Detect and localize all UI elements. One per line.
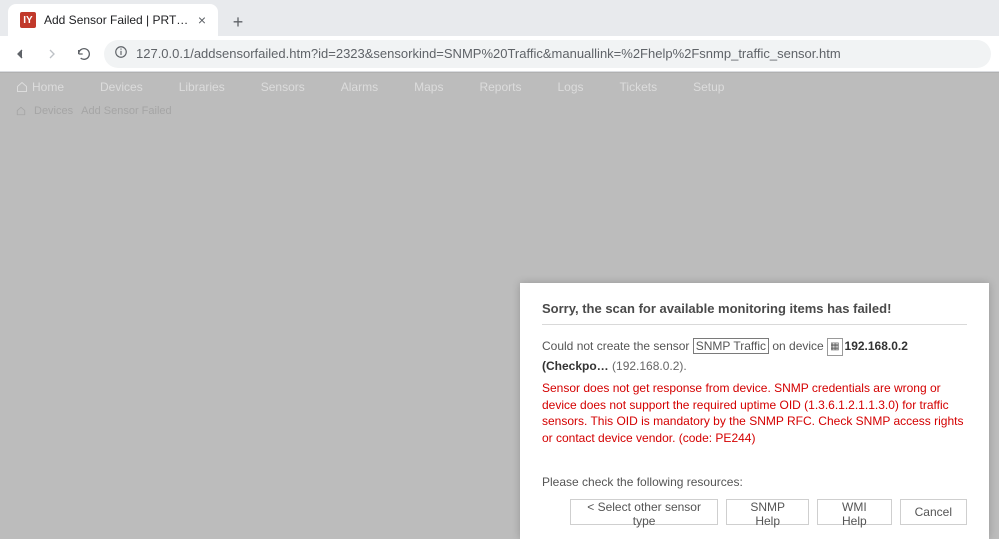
sensor-name-chip[interactable]: SNMP Traffic bbox=[693, 338, 769, 354]
nav-label: Home bbox=[32, 80, 64, 94]
nav-logs[interactable]: Logs bbox=[557, 80, 583, 94]
nav-maps[interactable]: Maps bbox=[414, 80, 443, 94]
nav-alarms[interactable]: Alarms bbox=[341, 80, 378, 94]
dialog-check-text: Please check the following resources: bbox=[542, 475, 967, 489]
app-nav: Home Devices Libraries Sensors Alarms Ma… bbox=[0, 72, 999, 100]
close-icon[interactable]: × bbox=[198, 12, 206, 28]
cancel-button[interactable]: Cancel bbox=[900, 499, 967, 525]
reload-button[interactable] bbox=[72, 42, 96, 66]
nav-devices[interactable]: Devices bbox=[100, 80, 143, 94]
breadcrumb-current: Add Sensor Failed bbox=[81, 105, 172, 117]
url-field[interactable]: 127.0.0.1/addsensorfailed.htm?id=2323&se… bbox=[104, 40, 991, 68]
device-ip: (192.168.0.2). bbox=[609, 359, 687, 373]
dialog-title: Sorry, the scan for available monitoring… bbox=[542, 301, 967, 325]
device-icon: ▦ bbox=[827, 338, 842, 356]
browser-tab-strip: IY Add Sensor Failed | PRTG Networ × + bbox=[0, 0, 999, 36]
forward-button[interactable] bbox=[40, 42, 64, 66]
nav-setup[interactable]: Setup bbox=[693, 80, 724, 94]
url-text: 127.0.0.1/addsensorfailed.htm?id=2323&se… bbox=[136, 46, 841, 61]
tab-favicon: IY bbox=[20, 12, 36, 28]
summary-mid: on device bbox=[769, 339, 827, 353]
select-other-sensor-button[interactable]: < Select other sensor type bbox=[570, 499, 718, 525]
breadcrumb-devices[interactable]: Devices bbox=[34, 105, 73, 117]
breadcrumb: Devices Add Sensor Failed bbox=[0, 100, 999, 122]
nav-libraries[interactable]: Libraries bbox=[179, 80, 225, 94]
back-button[interactable] bbox=[8, 42, 32, 66]
tab-title: Add Sensor Failed | PRTG Networ bbox=[44, 13, 192, 27]
nav-home[interactable]: Home bbox=[16, 80, 64, 94]
summary-pre: Could not create the sensor bbox=[542, 339, 693, 353]
nav-sensors[interactable]: Sensors bbox=[261, 80, 305, 94]
new-tab-button[interactable]: + bbox=[224, 8, 252, 36]
dialog-summary: Could not create the sensor SNMP Traffic… bbox=[542, 337, 967, 375]
error-dialog: Sorry, the scan for available monitoring… bbox=[520, 283, 989, 539]
wmi-help-button[interactable]: WMI Help bbox=[817, 499, 892, 525]
home-icon[interactable] bbox=[16, 106, 26, 116]
dialog-error-text: Sensor does not get response from device… bbox=[542, 380, 967, 447]
nav-tickets[interactable]: Tickets bbox=[620, 80, 658, 94]
info-icon[interactable] bbox=[114, 45, 128, 62]
address-bar: 127.0.0.1/addsensorfailed.htm?id=2323&se… bbox=[0, 36, 999, 72]
dialog-buttons: < Select other sensor type SNMP Help WMI… bbox=[542, 499, 967, 525]
browser-tab[interactable]: IY Add Sensor Failed | PRTG Networ × bbox=[8, 4, 218, 36]
snmp-help-button[interactable]: SNMP Help bbox=[726, 499, 809, 525]
nav-reports[interactable]: Reports bbox=[479, 80, 521, 94]
home-icon bbox=[16, 81, 28, 93]
